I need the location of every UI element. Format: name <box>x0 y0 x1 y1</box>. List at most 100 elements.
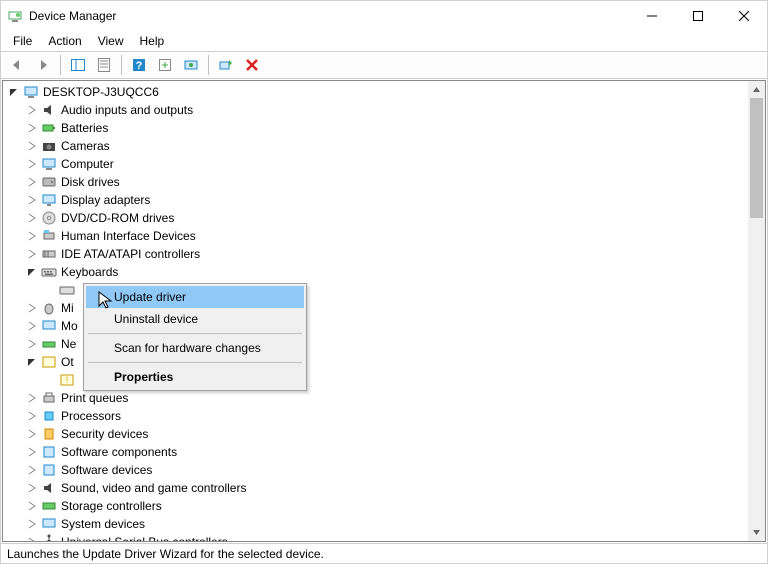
properties-button[interactable] <box>92 53 116 77</box>
chevron-right-icon[interactable] <box>25 301 39 315</box>
tree-category[interactable]: Processors <box>7 407 748 425</box>
tree-category[interactable]: Security devices <box>7 425 748 443</box>
chevron-right-icon[interactable] <box>25 247 39 261</box>
tree-label: Mo <box>61 319 84 333</box>
processor-icon <box>41 408 57 424</box>
chevron-right-icon[interactable] <box>25 229 39 243</box>
tree-category[interactable]: Disk drives <box>7 173 748 191</box>
toolbar: ? <box>1 51 767 79</box>
chevron-down-icon[interactable] <box>7 85 21 99</box>
tree-root[interactable]: DESKTOP-J3UQCC6 <box>7 83 748 101</box>
display-icon <box>41 192 57 208</box>
menu-file[interactable]: File <box>5 32 40 50</box>
statusbar-text: Launches the Update Driver Wizard for th… <box>7 547 324 561</box>
chevron-right-icon[interactable] <box>25 409 39 423</box>
context-uninstall-device[interactable]: Uninstall device <box>86 308 304 330</box>
ide-icon <box>41 246 57 262</box>
tree-category[interactable]: Batteries <box>7 119 748 137</box>
scroll-track[interactable] <box>748 98 765 524</box>
titlebar: Device Manager <box>1 1 767 31</box>
network-icon <box>41 336 57 352</box>
chevron-right-icon[interactable] <box>25 337 39 351</box>
tree-category[interactable]: Audio inputs and outputs <box>7 101 748 119</box>
tree-category[interactable]: Software components <box>7 443 748 461</box>
svg-text:!: ! <box>66 375 69 385</box>
chevron-right-icon[interactable] <box>25 139 39 153</box>
show-hide-tree-button[interactable] <box>66 53 90 77</box>
update-driver-button[interactable] <box>179 53 203 77</box>
forward-button[interactable] <box>31 53 55 77</box>
chevron-right-icon[interactable] <box>25 517 39 531</box>
tree-label: Display adapters <box>61 193 156 207</box>
tree-category[interactable]: Human Interface Devices <box>7 227 748 245</box>
tree-category[interactable]: Display adapters <box>7 191 748 209</box>
scroll-thumb[interactable] <box>750 98 763 218</box>
maximize-button[interactable] <box>675 1 721 31</box>
tree-label: Ot <box>61 355 80 369</box>
tree-category-keyboards[interactable]: Keyboards <box>7 263 748 281</box>
context-scan-hardware[interactable]: Scan for hardware changes <box>86 337 304 359</box>
chevron-right-icon[interactable] <box>25 103 39 117</box>
tree-label: Processors <box>61 409 127 423</box>
close-button[interactable] <box>721 1 767 31</box>
tree-category[interactable]: Print queues <box>7 389 748 407</box>
tree-category[interactable]: Computer <box>7 155 748 173</box>
uninstall-button[interactable] <box>240 53 264 77</box>
context-menu-label: Uninstall device <box>114 312 198 326</box>
action-button[interactable] <box>153 53 177 77</box>
window-title: Device Manager <box>29 9 629 23</box>
tree-category[interactable]: IDE ATA/ATAPI controllers <box>7 245 748 263</box>
chevron-right-icon[interactable] <box>25 121 39 135</box>
mouse-icon <box>41 300 57 316</box>
tree-label: Keyboards <box>61 265 124 279</box>
chevron-right-icon[interactable] <box>25 481 39 495</box>
tree-label: Disk drives <box>61 175 126 189</box>
chevron-right-icon[interactable] <box>25 463 39 477</box>
chevron-right-icon[interactable] <box>25 427 39 441</box>
chevron-down-icon[interactable] <box>25 265 39 279</box>
tree-category[interactable]: System devices <box>7 515 748 533</box>
scan-hardware-button[interactable] <box>214 53 238 77</box>
chevron-right-icon[interactable] <box>25 157 39 171</box>
tree-category[interactable]: Storage controllers <box>7 497 748 515</box>
context-update-driver[interactable]: Update driver <box>86 286 304 308</box>
chevron-down-icon[interactable] <box>25 355 39 369</box>
tree-category[interactable]: Sound, video and game controllers <box>7 479 748 497</box>
scroll-up-button[interactable] <box>748 81 765 98</box>
computer-icon <box>23 84 39 100</box>
context-properties[interactable]: Properties <box>86 366 304 388</box>
tree-label: Batteries <box>61 121 114 135</box>
menu-action[interactable]: Action <box>40 32 89 50</box>
disk-icon <box>41 174 57 190</box>
tree-label: System devices <box>61 517 151 531</box>
context-menu-label: Properties <box>114 370 173 384</box>
chevron-right-icon[interactable] <box>25 175 39 189</box>
chevron-right-icon[interactable] <box>25 499 39 513</box>
tree-category[interactable]: DVD/CD-ROM drives <box>7 209 748 227</box>
minimize-button[interactable] <box>629 1 675 31</box>
menu-help[interactable]: Help <box>132 32 173 50</box>
chevron-right-icon[interactable] <box>25 319 39 333</box>
tree-category[interactable]: Cameras <box>7 137 748 155</box>
chevron-right-icon[interactable] <box>25 535 39 541</box>
svg-text:?: ? <box>136 60 143 72</box>
toolbar-separator <box>121 55 122 75</box>
menu-view[interactable]: View <box>90 32 132 50</box>
chevron-right-icon[interactable] <box>25 211 39 225</box>
back-button[interactable] <box>5 53 29 77</box>
chevron-right-icon[interactable] <box>25 445 39 459</box>
chevron-right-icon[interactable] <box>25 193 39 207</box>
context-menu-separator <box>88 333 302 334</box>
tree-label: Sound, video and game controllers <box>61 481 252 495</box>
tree-category[interactable]: Software devices <box>7 461 748 479</box>
tree-label: Storage controllers <box>61 499 168 513</box>
tree-category[interactable]: Universal Serial Bus controllers <box>7 533 748 541</box>
menubar: File Action View Help <box>1 31 767 51</box>
tree-label: DVD/CD-ROM drives <box>61 211 180 225</box>
help-button[interactable]: ? <box>127 53 151 77</box>
scroll-down-button[interactable] <box>748 524 765 541</box>
context-menu-separator <box>88 362 302 363</box>
vertical-scrollbar[interactable] <box>748 81 765 541</box>
camera-icon <box>41 138 57 154</box>
chevron-right-icon[interactable] <box>25 391 39 405</box>
